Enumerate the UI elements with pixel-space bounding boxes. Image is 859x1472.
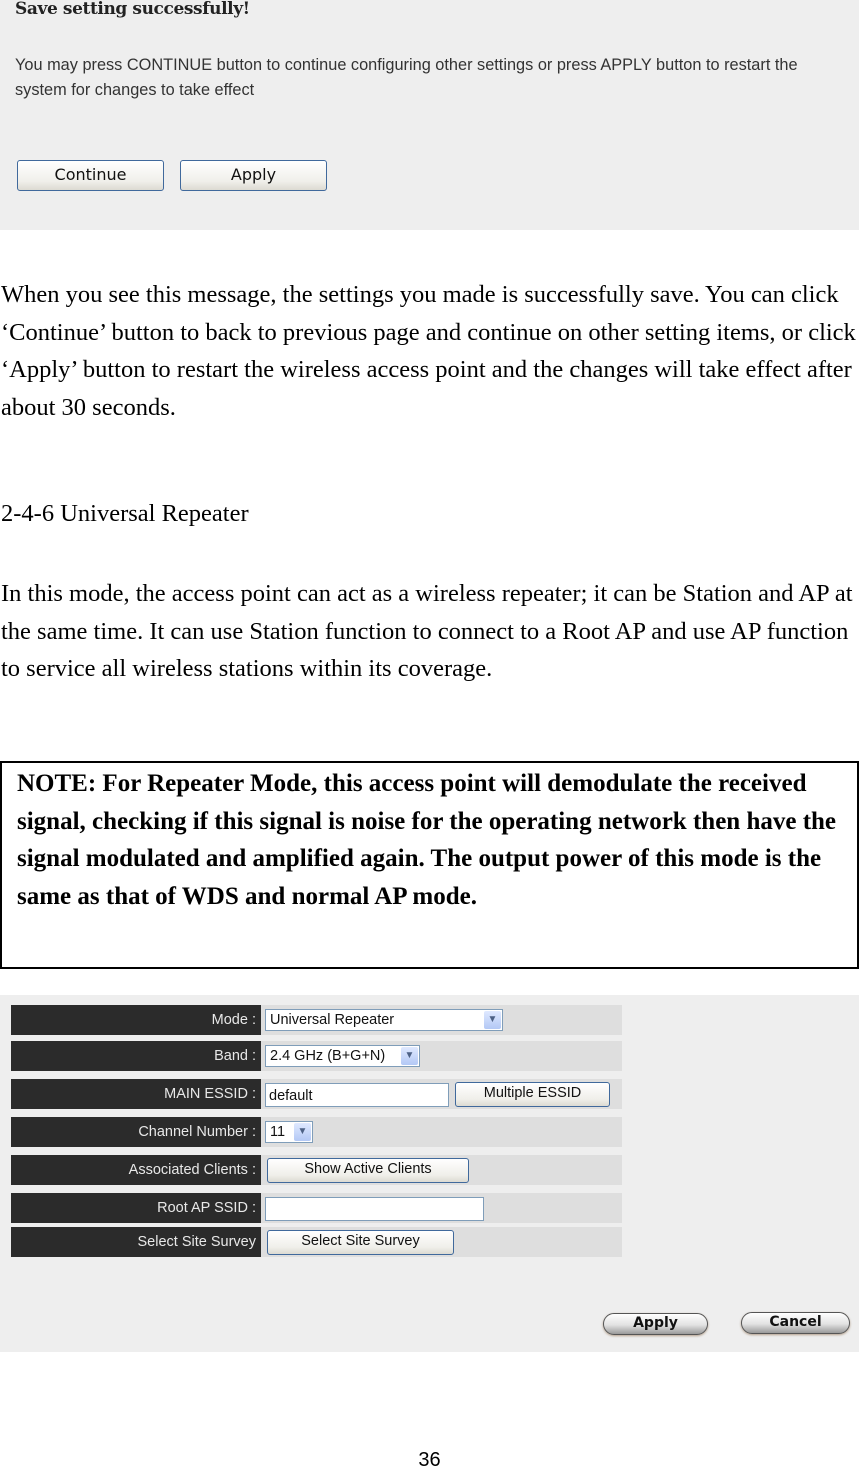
mode-label: Mode : — [11, 1005, 261, 1035]
band-select-value: 2.4 GHz (B+G+N) — [270, 1048, 386, 1064]
multiple-essid-button[interactable]: Multiple ESSID — [455, 1082, 610, 1107]
form-apply-button[interactable]: Apply — [603, 1313, 708, 1335]
paragraph-repeater-description: In this mode, the access point can act a… — [1, 580, 853, 683]
chevron-down-icon: ▼ — [294, 1123, 311, 1141]
root-ap-ssid-label: Root AP SSID : — [11, 1193, 261, 1223]
main-essid-value-cell: default Multiple ESSID — [261, 1079, 622, 1109]
band-label: Band : — [11, 1041, 261, 1071]
form-row-mode: Mode : Universal Repeater ▼ — [11, 1005, 622, 1035]
form-row-root-ap-ssid: Root AP SSID : — [11, 1193, 622, 1223]
show-active-clients-button[interactable]: Show Active Clients — [267, 1158, 469, 1183]
main-essid-input[interactable]: default — [265, 1083, 449, 1107]
form-row-site-survey: Select Site Survey Select Site Survey — [11, 1227, 622, 1257]
channel-number-label: Channel Number : — [11, 1117, 261, 1147]
select-site-survey-button[interactable]: Select Site Survey — [267, 1230, 454, 1255]
root-ap-ssid-input[interactable] — [265, 1197, 484, 1221]
section-heading: 2-4-6 Universal Repeater — [1, 500, 249, 527]
paragraph-save-explanation: When you see this message, the settings … — [1, 281, 856, 421]
channel-value-cell: 11 ▼ — [261, 1117, 622, 1147]
repeater-form-screenshot: Mode : Universal Repeater ▼ Band : 2.4 G… — [0, 995, 859, 1352]
mode-select[interactable]: Universal Repeater ▼ — [265, 1009, 503, 1031]
mode-select-value: Universal Repeater — [270, 1012, 395, 1028]
site-survey-value-cell: Select Site Survey — [261, 1227, 622, 1257]
chevron-down-icon: ▼ — [484, 1011, 501, 1029]
band-select[interactable]: 2.4 GHz (B+G+N) ▼ — [265, 1045, 420, 1067]
associated-clients-value-cell: Show Active Clients — [261, 1155, 622, 1185]
band-value-cell: 2.4 GHz (B+G+N) ▼ — [261, 1041, 622, 1071]
save-success-message: You may press CONTINUE button to continu… — [15, 55, 798, 99]
associated-clients-label: Associated Clients : — [11, 1155, 261, 1185]
save-success-screenshot: Save setting successfully! You may press… — [0, 0, 859, 230]
channel-select[interactable]: 11 ▼ — [265, 1121, 313, 1143]
save-success-title: Save setting successfully! — [15, 0, 250, 19]
form-row-associated-clients: Associated Clients : Show Active Clients — [11, 1155, 622, 1185]
apply-button[interactable]: Apply — [180, 160, 327, 191]
channel-select-value: 11 — [270, 1124, 286, 1140]
form-row-band: Band : 2.4 GHz (B+G+N) ▼ — [11, 1041, 622, 1071]
form-row-channel: Channel Number : 11 ▼ — [11, 1117, 622, 1147]
note-box: NOTE: For Repeater Mode, this access poi… — [0, 761, 859, 969]
continue-button[interactable]: Continue — [17, 160, 164, 191]
note-text: NOTE: For Repeater Mode, this access poi… — [17, 770, 837, 910]
chevron-down-icon: ▼ — [401, 1047, 418, 1065]
main-essid-label: MAIN ESSID : — [11, 1079, 261, 1109]
form-row-main-essid: MAIN ESSID : default Multiple ESSID — [11, 1079, 622, 1109]
site-survey-label: Select Site Survey — [11, 1227, 261, 1257]
form-cancel-button[interactable]: Cancel — [741, 1312, 850, 1334]
root-ap-ssid-value-cell — [261, 1193, 622, 1223]
mode-value-cell: Universal Repeater ▼ — [261, 1005, 622, 1035]
